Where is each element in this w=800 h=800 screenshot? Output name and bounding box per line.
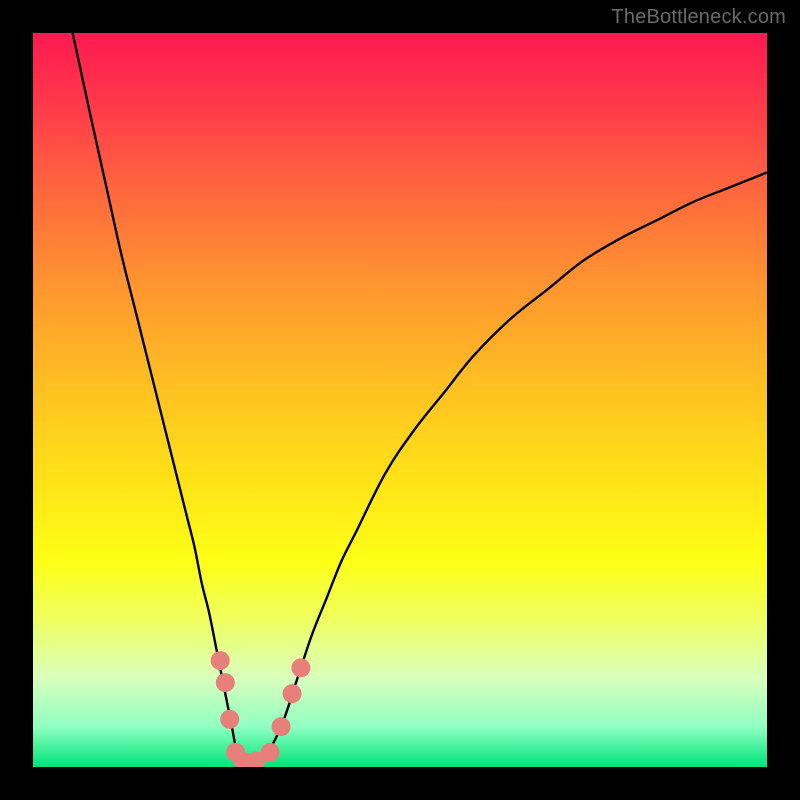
marker-point: [261, 743, 280, 762]
marker-point: [216, 673, 235, 692]
marker-group: [211, 651, 311, 767]
marker-point: [211, 651, 230, 670]
marker-point: [283, 684, 302, 703]
marker-point: [220, 710, 239, 729]
curves-layer: [33, 33, 767, 767]
curve-right-branch: [253, 172, 767, 767]
watermark-text: TheBottleneck.com: [611, 6, 786, 29]
chart-frame: TheBottleneck.com: [0, 0, 800, 800]
plot-area: [33, 33, 767, 767]
marker-point: [291, 658, 310, 677]
marker-point: [272, 717, 291, 736]
